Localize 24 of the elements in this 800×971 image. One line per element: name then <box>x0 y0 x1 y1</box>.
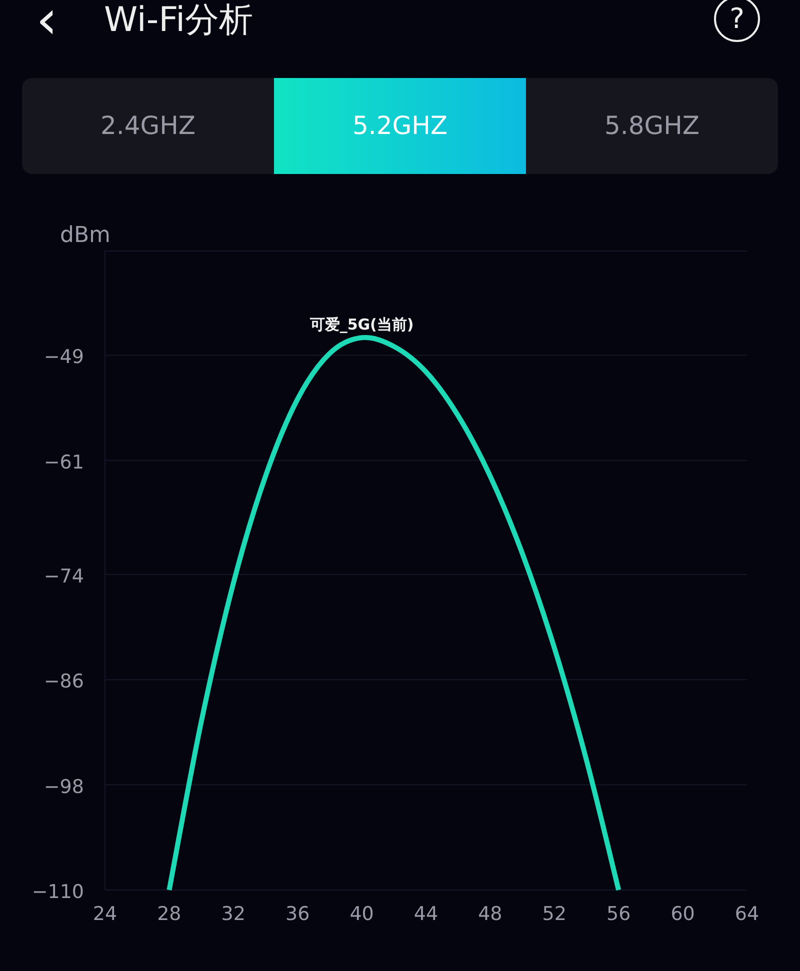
back-icon[interactable]: ‹ <box>36 0 76 40</box>
x-tick-label: 24 <box>92 903 118 925</box>
x-tick-label: 32 <box>221 903 246 925</box>
y-tick-label: −110 <box>32 881 84 903</box>
band-tab[interactable]: 2.4GHZ <box>22 78 274 174</box>
network-label: 可爱_5G(当前) <box>310 316 414 334</box>
x-tick-label: 52 <box>542 903 566 925</box>
band-tab[interactable]: 5.8GHZ <box>526 78 778 174</box>
y-tick-label: −61 <box>44 451 84 474</box>
page-title: Wi-Fi分析 <box>104 0 254 40</box>
y-tick-label: −49 <box>44 346 84 368</box>
x-tick-label: 56 <box>606 903 631 925</box>
x-tick-label: 28 <box>157 903 182 925</box>
y-tick-label: −86 <box>44 670 84 693</box>
x-tick-label: 44 <box>414 903 438 925</box>
y-axis-label: dBm <box>60 222 110 250</box>
y-tick-label: −74 <box>44 565 84 588</box>
x-tick-label: 60 <box>670 903 695 925</box>
x-tick-label: 64 <box>734 903 760 925</box>
x-tick-label: 48 <box>478 903 502 925</box>
x-tick-label: 36 <box>286 903 310 925</box>
help-icon[interactable]: ? <box>714 0 760 42</box>
x-tick-label: 40 <box>350 903 374 925</box>
y-tick-label: −98 <box>44 776 84 798</box>
